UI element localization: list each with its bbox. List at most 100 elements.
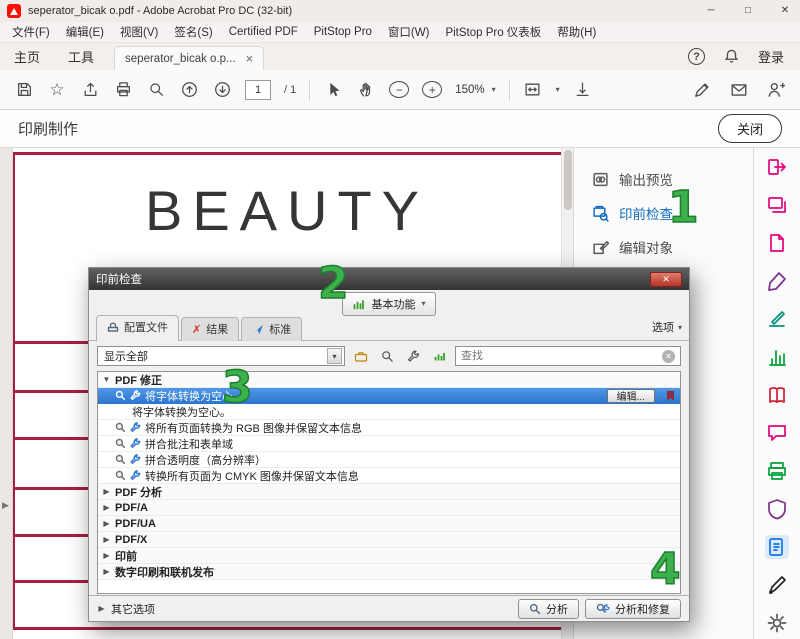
book-icon[interactable] bbox=[765, 383, 789, 407]
print-tool-icon[interactable] bbox=[765, 459, 789, 483]
fill-sign-pen-icon[interactable] bbox=[692, 78, 712, 102]
menu-file[interactable]: 文件(F) bbox=[4, 24, 58, 40]
options-dropdown-button[interactable]: 选项 ▾ bbox=[652, 319, 682, 340]
zoom-level-dropdown[interactable]: 150% ▾ bbox=[455, 84, 495, 96]
fit-width-icon[interactable] bbox=[523, 78, 543, 102]
sign-in-button[interactable]: 登录 bbox=[758, 47, 784, 66]
library-dropdown-button[interactable]: 基本功能 ▾ bbox=[342, 292, 435, 316]
menu-pitstop-dashboard[interactable]: PitStop Pro 仪表板 bbox=[437, 24, 549, 40]
list-item[interactable]: 转换所有页面为 CMYK 图像并保留文本信息 bbox=[98, 468, 680, 484]
search-input[interactable] bbox=[461, 350, 658, 362]
menu-edit[interactable]: 编辑(E) bbox=[58, 24, 112, 40]
comment-icon[interactable] bbox=[765, 421, 789, 445]
triangle-right-icon[interactable]: ▶ bbox=[102, 535, 111, 544]
document-icon[interactable] bbox=[765, 231, 789, 255]
shield-icon[interactable] bbox=[765, 497, 789, 521]
chevron-down-icon[interactable]: ▾ bbox=[556, 85, 560, 94]
add-user-icon[interactable] bbox=[766, 78, 786, 102]
menu-window[interactable]: 窗口(W) bbox=[380, 24, 438, 40]
notifications-bell-icon[interactable] bbox=[723, 48, 740, 65]
tab-standards[interactable]: 标准 bbox=[241, 317, 302, 341]
tab-document[interactable]: seperator_bicak o.p... × bbox=[114, 46, 264, 70]
document-tab-close-icon[interactable]: × bbox=[246, 51, 254, 66]
left-panel-collapsed[interactable]: ▶ bbox=[0, 148, 13, 639]
export-icon[interactable] bbox=[765, 155, 789, 179]
tab-profiles[interactable]: 配置文件 bbox=[96, 315, 179, 341]
slides-icon[interactable] bbox=[765, 193, 789, 217]
new-check-magnifier-icon[interactable] bbox=[377, 347, 397, 365]
menu-pitstop-pro[interactable]: PitStop Pro bbox=[306, 26, 380, 38]
select-tool-icon[interactable] bbox=[323, 78, 343, 102]
menu-view[interactable]: 视图(V) bbox=[112, 24, 166, 40]
dialog-close-button[interactable]: ✕ bbox=[650, 272, 682, 287]
previous-page-icon[interactable] bbox=[179, 78, 199, 102]
hand-tool-icon[interactable] bbox=[356, 78, 376, 102]
scroll-mode-icon[interactable] bbox=[573, 78, 593, 102]
list-item-selected[interactable]: 将字体转换为空心 编辑... bbox=[98, 388, 680, 404]
profiles-list[interactable]: ▼ PDF 修正 将字体转换为空心 编辑... 将字体转换为空心。 将所有页面转… bbox=[97, 371, 681, 594]
minimize-button[interactable]: ─ bbox=[696, 0, 726, 22]
other-options-toggle[interactable]: ▶ 其它选项 bbox=[97, 601, 155, 617]
window-close-button[interactable]: ✕ bbox=[770, 0, 800, 22]
panel-item-output-preview[interactable]: 输出预览 bbox=[574, 162, 753, 196]
triangle-down-icon[interactable]: ▼ bbox=[102, 375, 111, 384]
save-icon[interactable] bbox=[14, 78, 34, 102]
page-number-input[interactable] bbox=[245, 80, 271, 100]
show-filter-dropdown[interactable]: 显示全部 ▾ bbox=[97, 346, 345, 366]
tab-tools[interactable]: 工具 bbox=[54, 43, 108, 70]
triangle-right-icon[interactable]: ▶ bbox=[102, 503, 111, 512]
pages-icon[interactable] bbox=[765, 535, 789, 559]
next-page-icon[interactable] bbox=[212, 78, 232, 102]
panel-expand-arrow-icon[interactable]: ▶ bbox=[2, 500, 9, 511]
panel-item-edit-object[interactable]: 编辑对象 bbox=[574, 230, 753, 264]
gear-icon[interactable] bbox=[765, 611, 789, 635]
group-pdf-analysis[interactable]: ▶ PDF 分析 bbox=[98, 484, 680, 500]
zoom-out-icon[interactable]: − bbox=[389, 81, 409, 98]
close-production-button[interactable]: 关闭 bbox=[718, 114, 782, 143]
list-item[interactable]: 将所有页面转换为 RGB 图像并保留文本信息 bbox=[98, 420, 680, 436]
triangle-right-icon[interactable]: ▶ bbox=[102, 519, 111, 528]
dialog-titlebar[interactable]: 印前检查 ✕ bbox=[89, 268, 689, 290]
group-digital-publishing[interactable]: ▶ 数字印刷和联机发布 bbox=[98, 564, 680, 580]
green-bars-icon[interactable] bbox=[429, 347, 449, 365]
search-field[interactable]: ✕ bbox=[455, 346, 681, 366]
chart-icon[interactable] bbox=[765, 345, 789, 369]
triangle-right-icon[interactable]: ▶ bbox=[102, 551, 111, 560]
tab-results[interactable]: ✗ 结果 bbox=[181, 317, 239, 341]
group-pdf-fixups[interactable]: ▼ PDF 修正 bbox=[98, 372, 680, 388]
new-fixup-wrench-icon[interactable] bbox=[403, 347, 423, 365]
group-pdfa[interactable]: ▶ PDF/A bbox=[98, 500, 680, 516]
send-mail-icon[interactable] bbox=[729, 78, 749, 102]
pen-icon[interactable] bbox=[765, 269, 789, 293]
menu-certified-pdf[interactable]: Certified PDF bbox=[221, 26, 306, 38]
share-icon[interactable] bbox=[80, 78, 100, 102]
scrollbar-thumb[interactable] bbox=[564, 150, 572, 210]
clear-search-icon[interactable]: ✕ bbox=[662, 350, 675, 363]
menu-sign[interactable]: 签名(S) bbox=[166, 24, 220, 40]
list-item[interactable]: 拼合透明度（高分辨率） bbox=[98, 452, 680, 468]
panel-item-preflight[interactable]: 印前检查 bbox=[574, 196, 753, 230]
star-icon[interactable]: ☆ bbox=[47, 78, 67, 102]
group-pdfua[interactable]: ▶ PDF/UA bbox=[98, 516, 680, 532]
zoom-in-icon[interactable]: + bbox=[422, 81, 442, 98]
print-icon[interactable] bbox=[113, 78, 133, 102]
edit-text-icon[interactable] bbox=[765, 307, 789, 331]
maximize-button[interactable]: □ bbox=[733, 0, 763, 22]
standards-icon bbox=[252, 323, 264, 335]
help-button[interactable]: ? bbox=[688, 48, 705, 65]
group-pdfx[interactable]: ▶ PDF/X bbox=[98, 532, 680, 548]
list-item[interactable]: 拼合批注和表单域 bbox=[98, 436, 680, 452]
ink-pen-icon[interactable] bbox=[765, 573, 789, 597]
analyze-and-fix-button[interactable]: 分析和修复 bbox=[585, 599, 681, 619]
edit-button[interactable]: 编辑... bbox=[607, 389, 655, 403]
triangle-right-icon[interactable]: ▶ bbox=[102, 567, 111, 576]
group-prepress[interactable]: ▶ 印前 bbox=[98, 548, 680, 564]
triangle-right-icon[interactable]: ▶ bbox=[102, 487, 111, 496]
analyze-button[interactable]: 分析 bbox=[518, 599, 579, 619]
search-icon[interactable] bbox=[146, 78, 166, 102]
import-profile-icon[interactable] bbox=[351, 347, 371, 365]
favorite-flag-icon[interactable] bbox=[665, 390, 676, 402]
group-label: PDF/X bbox=[115, 534, 147, 546]
menu-help[interactable]: 帮助(H) bbox=[549, 24, 604, 40]
tab-home[interactable]: 主页 bbox=[0, 43, 54, 70]
